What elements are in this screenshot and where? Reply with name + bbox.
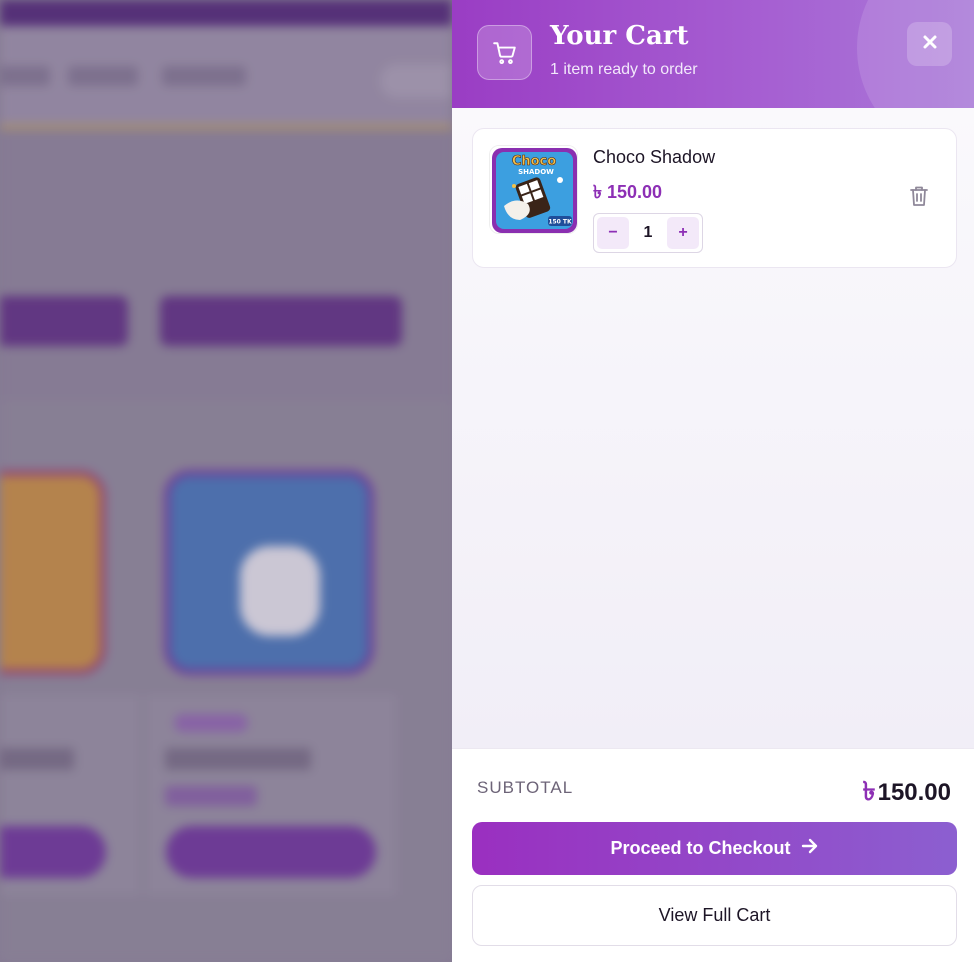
close-button[interactable] — [907, 22, 952, 66]
cart-footer: SUBTOTAL ৳ 150.00 Proceed to Checkout Vi… — [452, 748, 974, 962]
product-image: Choco SHADOW 150 TK — [489, 145, 578, 234]
quantity-value: 1 — [643, 224, 653, 241]
close-icon — [922, 34, 938, 55]
increase-quantity-button[interactable]: + — [667, 217, 699, 249]
checkout-button[interactable]: Proceed to Checkout — [472, 822, 957, 875]
product-image-flavor: SHADOW — [518, 168, 554, 176]
cart-header: Your Cart 1 item ready to order — [452, 0, 974, 108]
cart-subtitle: 1 item ready to order — [550, 61, 698, 78]
cart-icon — [477, 25, 532, 80]
currency-symbol: ৳ — [862, 776, 876, 806]
quantity-stepper: − 1 + — [593, 213, 703, 253]
remove-item-button[interactable] — [905, 184, 933, 212]
product-price: ৳ 150.00 — [593, 182, 663, 202]
product-image-price-tag: 150 TK — [548, 219, 572, 226]
cart-items: Choco SHADOW 150 TK Choco Shadow ৳ 150.0… — [452, 108, 974, 748]
product-image-brand: Choco — [512, 154, 556, 169]
checkout-label: Proceed to Checkout — [610, 838, 791, 858]
subtotal-label: SUBTOTAL — [477, 778, 574, 797]
subtotal-value: ৳ 150.00 — [863, 771, 951, 815]
product-name: Choco Shadow — [593, 147, 716, 167]
arrow-right-icon — [801, 838, 819, 859]
plus-icon: + — [678, 224, 688, 241]
trash-icon — [909, 185, 929, 212]
subtotal-amount: 150.00 — [877, 779, 951, 806]
decrease-quantity-button[interactable]: − — [597, 217, 629, 249]
view-full-cart-button[interactable]: View Full Cart — [472, 885, 957, 946]
cart-title: Your Cart — [550, 21, 689, 51]
cart-item: Choco SHADOW 150 TK Choco Shadow ৳ 150.0… — [472, 128, 957, 268]
minus-icon: − — [608, 224, 618, 241]
backdrop-overlay[interactable] — [0, 0, 452, 962]
view-full-cart-label: View Full Cart — [658, 905, 771, 925]
cart-drawer: Your Cart 1 item ready to order Choco SH… — [452, 0, 974, 962]
